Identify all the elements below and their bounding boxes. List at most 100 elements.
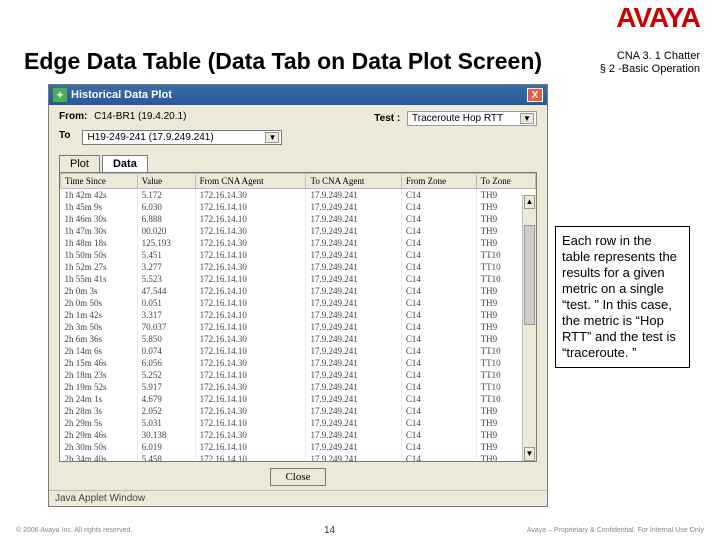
col-to-agent[interactable]: To CNA Agent [306, 174, 401, 189]
table-row[interactable]: 2h 0m 50s0.051172.16.14.1017.9.249.241C1… [61, 297, 536, 309]
cell: 5.451 [137, 249, 195, 261]
cell: C14 [401, 297, 476, 309]
col-from-zone[interactable]: From Zone [401, 174, 476, 189]
table-row[interactable]: 2h 1m 42s3.317172.16.14.1017.9.249.241C1… [61, 309, 536, 321]
cell: 17.9.249.241 [306, 285, 401, 297]
cell: 2h 30m 50s [61, 441, 138, 453]
cell: 30.138 [137, 429, 195, 441]
cell: 00.020 [137, 225, 195, 237]
cell: 1h 46m 30s [61, 213, 138, 225]
to-select[interactable]: H19-249-241 (17.9.249.241) [82, 130, 282, 145]
table-row[interactable]: 1h 50m 50s5.451172.16.14.1017.9.249.241C… [61, 249, 536, 261]
cell: 172.16.14.30 [195, 429, 306, 441]
cell: 47.544 [137, 285, 195, 297]
cell: 172.16.14.30 [195, 189, 306, 202]
table-row[interactable]: 2h 30m 50s6.019172.16.14.1017.9.249.241C… [61, 441, 536, 453]
table-row[interactable]: 1h 47m 30s00.020172.16.14.3017.9.249.241… [61, 225, 536, 237]
cell: 17.9.249.241 [306, 405, 401, 417]
col-from-agent[interactable]: From CNA Agent [195, 174, 306, 189]
test-select[interactable]: Traceroute Hop RTT [407, 111, 537, 126]
table-row[interactable]: 2h 3m 50s70.037172.16.14.1017.9.249.241C… [61, 321, 536, 333]
cell: 17.9.249.241 [306, 393, 401, 405]
table-row[interactable]: 1h 52m 27s3.277172.16.14.3017.9.249.241C… [61, 261, 536, 273]
table-row[interactable]: 1h 46m 30s6.888172.16.14.1017.9.249.241C… [61, 213, 536, 225]
cell: 5.523 [137, 273, 195, 285]
cell: 172.16.14.10 [195, 369, 306, 381]
cell: 17.9.249.241 [306, 441, 401, 453]
cell: C14 [401, 429, 476, 441]
table-row[interactable]: 2h 28m 3s2.052172.16.14.3017.9.249.241C1… [61, 405, 536, 417]
cell: 3.317 [137, 309, 195, 321]
table-row[interactable]: 2h 15m 46s6.056172.16.14.3017.9.249.241C… [61, 357, 536, 369]
cell: 17.9.249.241 [306, 213, 401, 225]
cell: 1h 52m 27s [61, 261, 138, 273]
cell: C14 [401, 261, 476, 273]
table-row[interactable]: 2h 0m 3s47.544172.16.14.1017.9.249.241C1… [61, 285, 536, 297]
table-row[interactable]: 2h 34m 40s5.458172.16.14.1017.9.249.241C… [61, 453, 536, 462]
data-plot-window: ✦Historical Data Plot X From: C14-BR1 (1… [48, 84, 548, 507]
close-button[interactable]: Close [270, 468, 325, 486]
cell: 1h 42m 42s [61, 189, 138, 202]
cell: C14 [401, 213, 476, 225]
cell: 172.16.14.10 [195, 393, 306, 405]
col-value[interactable]: Value [137, 174, 195, 189]
cell: 17.9.249.241 [306, 189, 401, 202]
col-time[interactable]: Time Since [61, 174, 138, 189]
table-row[interactable]: 1h 48m 18s125.193172.16.14.3017.9.249.24… [61, 237, 536, 249]
cell: 17.9.249.241 [306, 357, 401, 369]
cell: 17.9.249.241 [306, 417, 401, 429]
table-row[interactable]: 2h 24m 1s4.679172.16.14.1017.9.249.241C1… [61, 393, 536, 405]
cell: 172.16.14.30 [195, 357, 306, 369]
table-row[interactable]: 1h 42m 42s5.172172.16.14.3017.9.249.241C… [61, 189, 536, 202]
table-row[interactable]: 1h 55m 41s5.523172.16.14.1017.9.249.241C… [61, 273, 536, 285]
tab-data[interactable]: Data [102, 155, 148, 172]
table-row[interactable]: 2h 19m 52s5.917172.16.14.3017.9.249.241C… [61, 381, 536, 393]
cell: C14 [401, 357, 476, 369]
tab-plot[interactable]: Plot [59, 155, 100, 172]
table-row[interactable]: 2h 18m 23s5.252172.16.14.1017.9.249.241C… [61, 369, 536, 381]
cell: 70.037 [137, 321, 195, 333]
cell: 2h 1m 42s [61, 309, 138, 321]
cell: 5.458 [137, 453, 195, 462]
scroll-thumb[interactable] [524, 225, 535, 325]
test-label: Test : [374, 113, 400, 124]
table-row[interactable]: 1h 45m 9s6.030172.16.14.1017.9.249.241C1… [61, 201, 536, 213]
cell: 172.16.14.10 [195, 297, 306, 309]
cell: 3.277 [137, 261, 195, 273]
cell: 1h 47m 30s [61, 225, 138, 237]
table-row[interactable]: 2h 14m 6s0.074172.16.14.1017.9.249.241C1… [61, 345, 536, 357]
cell: 172.16.14.10 [195, 309, 306, 321]
titlebar: ✦Historical Data Plot X [49, 85, 547, 105]
vertical-scrollbar[interactable]: ▲ ▼ [522, 195, 536, 461]
cell: 17.9.249.241 [306, 369, 401, 381]
cell: 6.888 [137, 213, 195, 225]
cell: 17.9.249.241 [306, 381, 401, 393]
footer: © 2006 Avaya Inc. All rights reserved. 1… [0, 525, 720, 536]
table-row[interactable]: 2h 6m 36s5.850172.16.14.3017.9.249.241C1… [61, 333, 536, 345]
callout-box: Each row in the table represents the res… [555, 226, 690, 368]
cell: 1h 55m 41s [61, 273, 138, 285]
cell: 5.917 [137, 381, 195, 393]
cell: 17.9.249.241 [306, 297, 401, 309]
cell: 172.16.14.30 [195, 225, 306, 237]
cell: 0.074 [137, 345, 195, 357]
cell: 172.16.14.30 [195, 333, 306, 345]
data-table: Time Since Value From CNA Agent To CNA A… [60, 173, 536, 462]
cell: 2h 24m 1s [61, 393, 138, 405]
table-row[interactable]: 2h 29m 46s30.138172.16.14.3017.9.249.241… [61, 429, 536, 441]
scroll-down-icon[interactable]: ▼ [524, 447, 535, 461]
close-icon[interactable]: X [527, 88, 543, 102]
cell: 172.16.14.10 [195, 213, 306, 225]
cell: 5.850 [137, 333, 195, 345]
tab-bar: Plot Data [59, 155, 547, 172]
cell: C14 [401, 201, 476, 213]
cell: 2.052 [137, 405, 195, 417]
cell: C14 [401, 417, 476, 429]
cell: 1h 50m 50s [61, 249, 138, 261]
cell: C14 [401, 393, 476, 405]
scroll-up-icon[interactable]: ▲ [524, 195, 535, 209]
table-row[interactable]: 2h 29m 5s5.031172.16.14.1017.9.249.241C1… [61, 417, 536, 429]
cell: 17.9.249.241 [306, 429, 401, 441]
col-to-zone[interactable]: To Zone [476, 174, 535, 189]
cell: C14 [401, 225, 476, 237]
